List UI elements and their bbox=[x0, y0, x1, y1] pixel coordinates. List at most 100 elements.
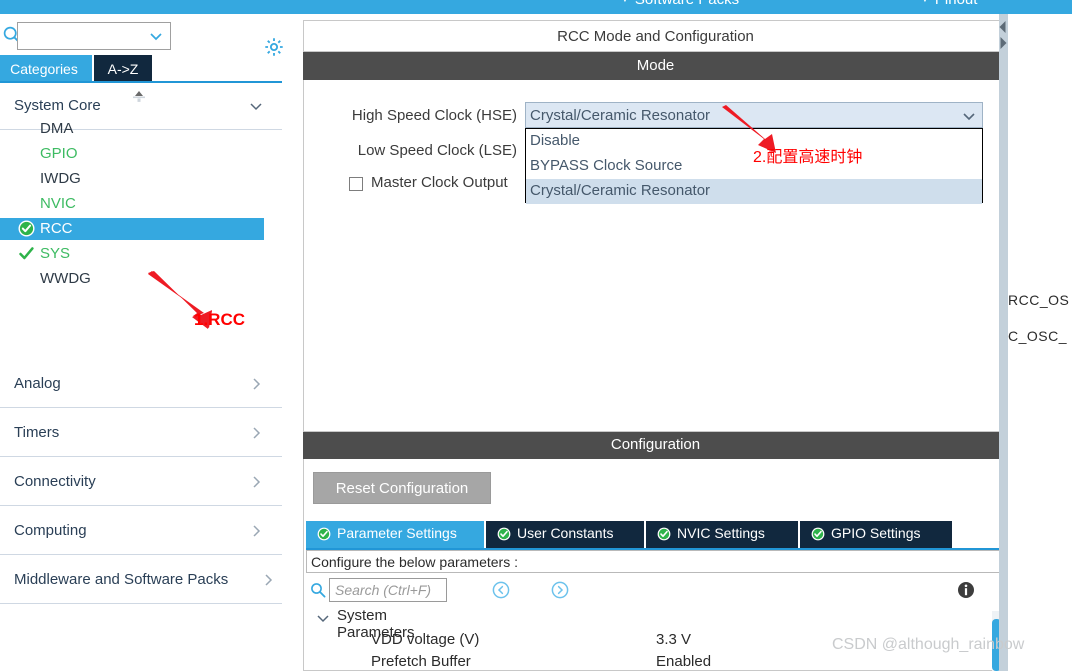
vertical-splitter[interactable] bbox=[999, 14, 1008, 671]
parameter-search-input[interactable]: Search (Ctrl+F) bbox=[329, 578, 447, 602]
table-row[interactable]: Prefetch Buffer Enabled bbox=[306, 653, 1006, 669]
sidebar-tab-a-to-z-label: A->Z bbox=[107, 61, 139, 77]
watermark: CSDN @although_rainbow bbox=[832, 636, 1025, 653]
sidebar-group-computing-header[interactable]: Computing bbox=[0, 510, 282, 555]
check-circle-icon bbox=[657, 527, 671, 541]
sidebar-item-rcc-label: RCC bbox=[40, 220, 73, 237]
chevron-down-icon bbox=[963, 113, 975, 121]
collapse-left-icon[interactable] bbox=[998, 20, 1008, 34]
sidebar-tab-bar: Categories A->Z bbox=[0, 55, 292, 83]
parameter-key: VDD voltage (V) bbox=[371, 631, 480, 648]
hse-option-crystal-label: Crystal/Ceramic Resonator bbox=[530, 182, 711, 199]
sidebar-group-connectivity: Connectivity bbox=[0, 461, 282, 506]
chevron-right-icon bbox=[253, 378, 261, 390]
chevron-right-icon bbox=[253, 525, 261, 537]
tab-user-constants[interactable]: User Constants bbox=[486, 521, 644, 548]
tab-parameter-settings-label: Parameter Settings bbox=[337, 525, 457, 541]
sidebar-item-rcc[interactable]: RCC bbox=[0, 218, 264, 240]
page-title: RCC Mode and Configuration bbox=[303, 20, 1008, 52]
chevron-right-icon bbox=[253, 476, 261, 488]
sidebar-item-dma-label: DMA bbox=[40, 120, 74, 137]
chevron-down-icon: ▼ bbox=[620, 0, 630, 5]
sidebar-group-computing: Computing bbox=[0, 510, 282, 555]
hse-option-bypass-label: BYPASS Clock Source bbox=[530, 157, 683, 174]
sidebar-group-connectivity-header[interactable]: Connectivity bbox=[0, 461, 282, 506]
reset-configuration-button[interactable]: Reset Configuration bbox=[313, 472, 491, 504]
sidebar-group-timers-label: Timers bbox=[14, 424, 60, 441]
sidebar-scroll-up-icon[interactable] bbox=[128, 88, 150, 104]
sidebar-item-gpio-label: GPIO bbox=[40, 145, 78, 162]
parameter-value: Enabled bbox=[656, 653, 712, 669]
chevron-right-icon bbox=[253, 427, 261, 439]
tab-nvic-settings-label: NVIC Settings bbox=[677, 525, 765, 541]
configuration-tab-bar: Parameter Settings User Constants NVIC S… bbox=[306, 521, 1006, 548]
master-clock-output-row[interactable]: Master Clock Output bbox=[349, 174, 519, 196]
sidebar-scroll-area: System Core DMA GPIO IWDG NVIC RCC SYS W… bbox=[0, 85, 282, 671]
pin-label-rcc-osc-in: RCC_OS bbox=[1008, 292, 1070, 308]
sidebar-item-dma[interactable]: DMA bbox=[0, 118, 264, 140]
sidebar-group-middleware: Middleware and Software Packs bbox=[0, 559, 282, 604]
sidebar-group-analog: Analog bbox=[0, 363, 282, 408]
sidebar-search-row bbox=[0, 16, 292, 56]
chevron-down-icon: ▼ bbox=[920, 0, 930, 5]
parameter-search-row: Search (Ctrl+F) bbox=[306, 577, 1006, 605]
tab-nvic-settings[interactable]: NVIC Settings bbox=[646, 521, 798, 548]
hse-option-disable-label: Disable bbox=[530, 132, 581, 149]
configure-hint-label: Configure the below parameters : bbox=[311, 554, 518, 570]
sidebar-tab-a-to-z[interactable]: A->Z bbox=[94, 55, 152, 83]
sidebar-group-timers: Timers bbox=[0, 412, 282, 457]
tab-gpio-settings-label: GPIO Settings bbox=[831, 525, 921, 541]
tab-user-constants-label: User Constants bbox=[517, 525, 614, 541]
master-clock-output-checkbox[interactable] bbox=[349, 177, 363, 191]
sidebar-group-connectivity-label: Connectivity bbox=[14, 473, 96, 490]
info-icon[interactable] bbox=[956, 580, 976, 600]
chevron-down-icon bbox=[150, 33, 162, 41]
sidebar-group-timers-header[interactable]: Timers bbox=[0, 412, 282, 457]
menu-software-packs[interactable]: ▼ Software Packs bbox=[620, 0, 739, 8]
check-icon bbox=[19, 247, 34, 260]
app-root: ▼ Software Packs ▼ Pinout bbox=[0, 0, 1072, 671]
master-clock-output-label: Master Clock Output bbox=[371, 174, 508, 191]
annotation-label-hse: 2.配置高速时钟 bbox=[753, 149, 863, 166]
check-circle-icon bbox=[317, 527, 331, 541]
sidebar-tab-underline bbox=[0, 81, 282, 83]
sidebar-group-analog-label: Analog bbox=[14, 375, 61, 392]
sidebar-search-input[interactable] bbox=[17, 22, 171, 50]
configure-hint: Configure the below parameters : bbox=[306, 550, 1006, 573]
chevron-right-icon bbox=[265, 574, 273, 586]
sidebar-tab-categories-label: Categories bbox=[10, 61, 78, 77]
sidebar-group-middleware-header[interactable]: Middleware and Software Packs bbox=[0, 559, 282, 604]
pin-label-rcc-osc-out: C_OSC_ bbox=[1008, 328, 1068, 344]
hse-label: High Speed Clock (HSE) bbox=[351, 107, 517, 124]
sidebar-tab-categories[interactable]: Categories bbox=[0, 55, 92, 83]
hse-option-crystal[interactable]: Crystal/Ceramic Resonator bbox=[526, 179, 982, 204]
check-circle-icon bbox=[811, 527, 825, 541]
previous-icon[interactable] bbox=[492, 581, 510, 599]
chevron-down-icon bbox=[317, 615, 329, 623]
check-circle-icon bbox=[18, 220, 35, 237]
parameter-value: 3.3 V bbox=[656, 631, 692, 648]
mode-section-header: Mode bbox=[303, 52, 1008, 80]
sidebar-item-iwdg[interactable]: IWDG bbox=[0, 168, 264, 190]
annotation-label-rcc: 1.RCC bbox=[194, 310, 246, 329]
menu-pinout-label: Pinout bbox=[935, 0, 978, 8]
tab-parameter-settings[interactable]: Parameter Settings bbox=[306, 521, 484, 548]
chevron-down-icon bbox=[250, 103, 262, 111]
reset-configuration-button-label: Reset Configuration bbox=[335, 480, 469, 497]
sidebar-item-nvic[interactable]: NVIC bbox=[0, 193, 264, 215]
sidebar-group-system-core-label: System Core bbox=[14, 97, 101, 114]
hse-combobox-value: Crystal/Ceramic Resonator bbox=[530, 107, 711, 124]
sidebar-item-sys[interactable]: SYS bbox=[0, 243, 264, 265]
tab-gpio-settings[interactable]: GPIO Settings bbox=[800, 521, 952, 548]
sidebar-group-analog-header[interactable]: Analog bbox=[0, 363, 282, 408]
mode-section-body: High Speed Clock (HSE) Low Speed Clock (… bbox=[303, 80, 1008, 432]
sidebar-item-gpio[interactable]: GPIO bbox=[0, 143, 264, 165]
menu-pinout[interactable]: ▼ Pinout bbox=[920, 0, 977, 8]
sidebar-group-computing-label: Computing bbox=[14, 522, 87, 539]
top-menu-bar: ▼ Software Packs ▼ Pinout bbox=[0, 0, 1072, 14]
parameter-search-placeholder: Search (Ctrl+F) bbox=[335, 582, 432, 598]
configuration-section-header: Configuration bbox=[303, 432, 1008, 459]
collapse-right-icon[interactable] bbox=[998, 36, 1008, 50]
page-title-label: RCC Mode and Configuration bbox=[557, 28, 754, 45]
next-icon[interactable] bbox=[551, 581, 569, 599]
